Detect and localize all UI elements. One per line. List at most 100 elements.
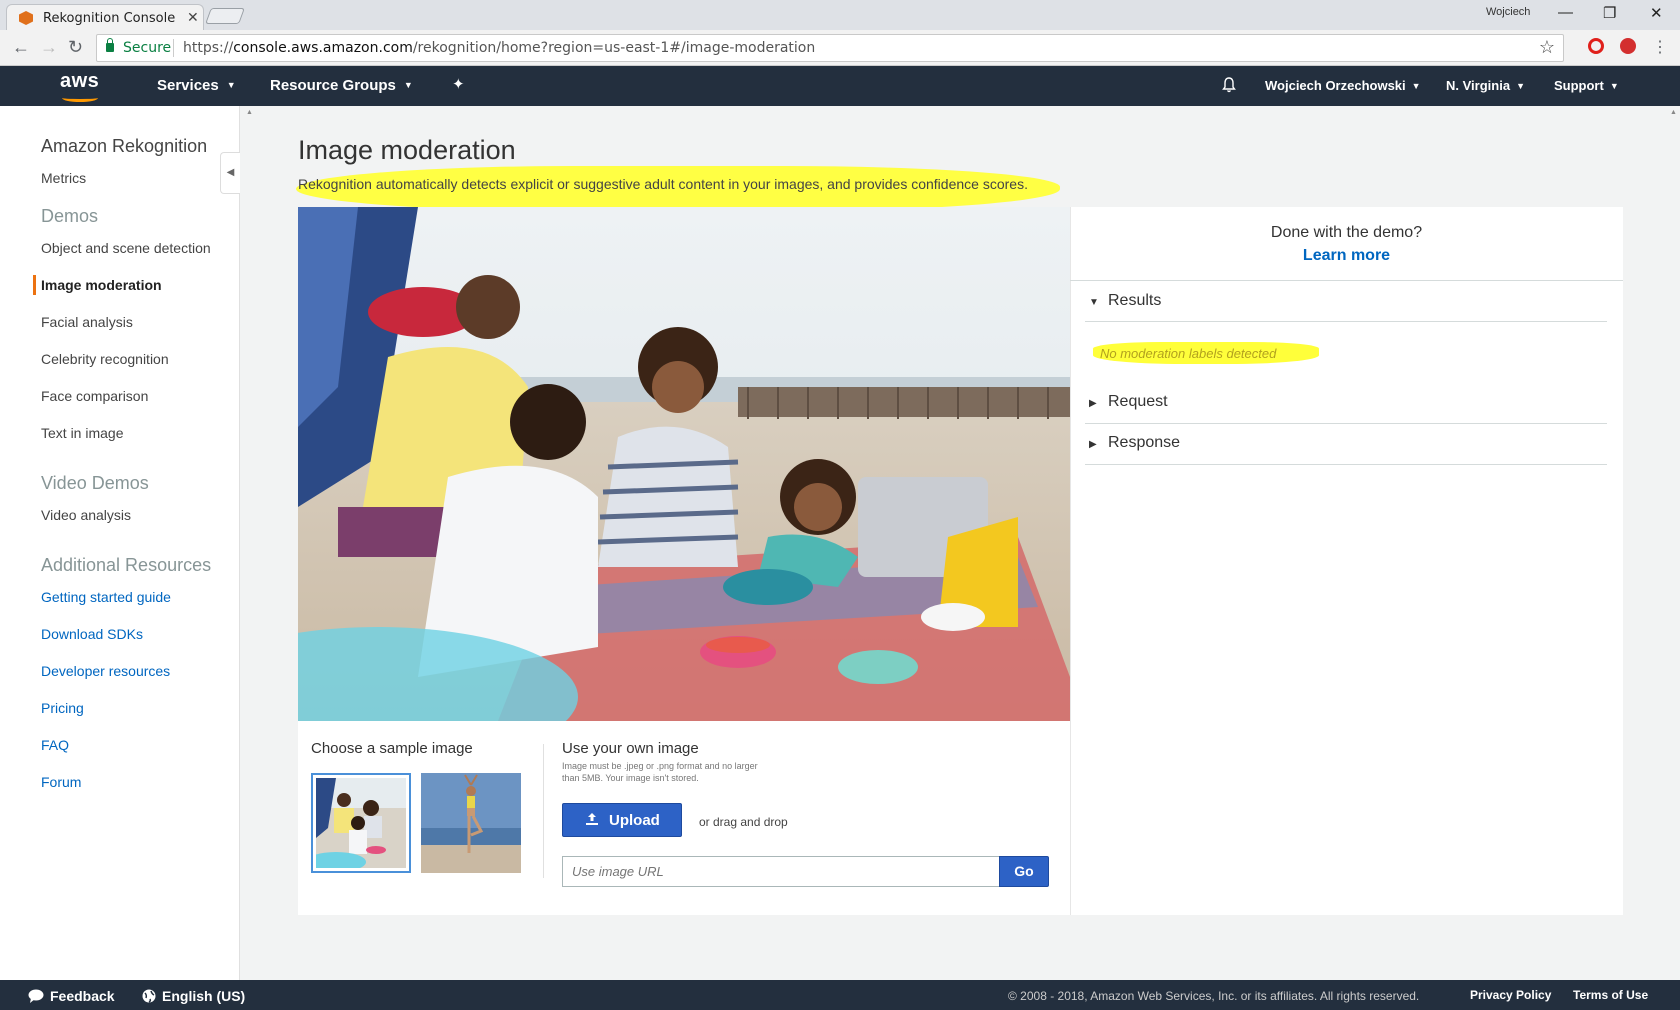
caret-right-icon[interactable]: ▶ xyxy=(1089,398,1097,409)
response-toggle[interactable]: Response xyxy=(1108,434,1180,452)
collapse-sidebar-button[interactable]: ◀ xyxy=(220,152,240,194)
results-toggle[interactable]: Results xyxy=(1108,292,1161,310)
sidebar-item-image-moderation[interactable]: Image moderation xyxy=(41,277,162,293)
divider xyxy=(1085,423,1607,424)
sidebar-item-developer-resources[interactable]: Developer resources xyxy=(41,663,170,679)
vertical-divider xyxy=(543,744,544,878)
sidebar-heading-video-demos: Video Demos xyxy=(41,473,149,493)
sidebar-item-forum[interactable]: Forum xyxy=(41,774,81,790)
browser-menu-icon[interactable]: ⋮ xyxy=(1652,37,1668,57)
caret-right-icon[interactable]: ▶ xyxy=(1089,439,1097,450)
chevron-left-icon: ◀ xyxy=(226,167,235,178)
upload-icon xyxy=(586,813,598,825)
chevron-down-icon: ▼ xyxy=(1516,81,1525,91)
sidebar-item-object-scene-detection[interactable]: Object and scene detection xyxy=(41,240,211,256)
new-tab-button[interactable] xyxy=(205,8,245,24)
sidebar: Amazon Rekognition Metrics Demos Object … xyxy=(0,106,240,980)
services-label: Services xyxy=(157,77,219,94)
divider xyxy=(1085,321,1607,322)
url-text[interactable]: https://console.aws.amazon.com/rekogniti… xyxy=(183,40,815,56)
go-button[interactable]: Go xyxy=(999,856,1049,887)
pin-icon[interactable]: ✦ xyxy=(452,75,465,93)
browser-tab-bar: Rekognition Console ✕ Wojciech — ❐ ✕ xyxy=(0,0,1680,30)
language-label: English (US) xyxy=(162,988,246,1004)
chevron-down-icon: ▼ xyxy=(226,80,236,90)
copyright-text: © 2008 - 2018, Amazon Web Services, Inc.… xyxy=(1008,989,1420,1003)
chevron-down-icon: ▼ xyxy=(403,80,413,90)
upload-label: Upload xyxy=(609,812,660,829)
resource-groups-menu[interactable]: Resource Groups ▼ xyxy=(270,77,413,94)
sidebar-item-celebrity-recognition[interactable]: Celebrity recognition xyxy=(41,351,169,367)
sidebar-item-text-in-image[interactable]: Text in image xyxy=(41,425,123,441)
url-path: /rekognition/home?region=us-east-1#/imag… xyxy=(412,40,816,56)
moderation-image xyxy=(298,207,1070,721)
address-bar-row: ← → ↻ Secure https://console.aws.amazon.… xyxy=(0,30,1680,66)
use-own-image-label: Use your own image xyxy=(562,740,699,757)
page-scroll-up-icon[interactable]: ▲ xyxy=(1670,109,1677,116)
forward-icon[interactable]: → xyxy=(40,37,58,58)
resource-groups-label: Resource Groups xyxy=(270,77,396,94)
drag-drop-text: or drag and drop xyxy=(699,815,788,829)
footer: Feedback English (US) © 2008 - 2018, Ama… xyxy=(0,980,1680,1010)
close-tab-icon[interactable]: ✕ xyxy=(187,9,199,26)
opera-extension-icon[interactable] xyxy=(1588,38,1604,54)
back-icon[interactable]: ← xyxy=(12,37,30,58)
rekognition-favicon-icon xyxy=(19,11,33,25)
url-bar[interactable]: Secure https://console.aws.amazon.com/re… xyxy=(96,34,1564,62)
done-with-demo-text: Done with the demo? xyxy=(1270,224,1423,241)
bookmark-star-icon[interactable]: ☆ xyxy=(1539,37,1555,58)
feedback-button[interactable]: Feedback xyxy=(28,988,115,1004)
learn-more-link[interactable]: Learn more xyxy=(1070,247,1623,265)
beach-picnic-photo-icon xyxy=(298,207,1070,721)
services-menu[interactable]: Services ▼ xyxy=(157,77,236,94)
privacy-policy-link[interactable]: Privacy Policy xyxy=(1470,988,1551,1002)
sidebar-title[interactable]: Amazon Rekognition xyxy=(41,136,207,157)
sidebar-item-pricing[interactable]: Pricing xyxy=(41,700,84,716)
close-window-icon[interactable]: ✕ xyxy=(1650,4,1663,22)
aws-logo[interactable]: aws xyxy=(60,70,99,93)
aws-smile-icon xyxy=(62,94,98,102)
bell-icon[interactable] xyxy=(1221,77,1237,93)
support-label: Support xyxy=(1554,78,1604,93)
image-url-input[interactable] xyxy=(562,856,1000,887)
sample-image-2[interactable] xyxy=(421,773,521,873)
sidebar-item-facial-analysis[interactable]: Facial analysis xyxy=(41,314,133,330)
account-menu[interactable]: Wojciech Orzechowski ▼ xyxy=(1265,78,1421,93)
choose-sample-label: Choose a sample image xyxy=(311,740,473,757)
sidebar-heading-additional-resources: Additional Resources xyxy=(41,555,212,575)
sidebar-item-video-analysis[interactable]: Video analysis xyxy=(41,507,131,523)
aws-top-nav: aws Services ▼ Resource Groups ▼ ✦ Wojciec… xyxy=(0,66,1680,106)
sidebar-item-face-comparison[interactable]: Face comparison xyxy=(41,388,148,404)
divider xyxy=(1085,464,1607,465)
region-menu[interactable]: N. Virginia ▼ xyxy=(1446,78,1525,93)
adblock-extension-icon[interactable] xyxy=(1620,38,1636,54)
scroll-up-icon[interactable]: ▲ xyxy=(246,109,253,116)
panel-divider xyxy=(1070,207,1071,915)
caret-down-icon[interactable]: ▼ xyxy=(1089,297,1099,308)
active-indicator xyxy=(33,275,36,295)
sidebar-item-download-sdks[interactable]: Download SDKs xyxy=(41,626,143,642)
feedback-label: Feedback xyxy=(50,988,115,1004)
terms-of-use-link[interactable]: Terms of Use xyxy=(1573,988,1648,1002)
support-menu[interactable]: Support ▼ xyxy=(1554,78,1619,93)
profile-name[interactable]: Wojciech xyxy=(1486,6,1530,18)
sidebar-item-faq[interactable]: FAQ xyxy=(41,737,69,753)
request-toggle[interactable]: Request xyxy=(1108,393,1168,411)
upload-button[interactable]: Upload xyxy=(562,803,682,837)
url-prefix: https:// xyxy=(183,40,234,56)
sidebar-item-metrics[interactable]: Metrics xyxy=(41,170,86,186)
url-separator xyxy=(173,39,174,57)
sample-image-1[interactable] xyxy=(311,773,411,873)
language-selector[interactable]: English (US) xyxy=(142,988,245,1004)
restore-icon[interactable]: ❐ xyxy=(1603,4,1616,22)
browser-tab[interactable]: Rekognition Console ✕ xyxy=(6,4,204,30)
yoga-beach-thumbnail-icon xyxy=(421,773,521,873)
sidebar-heading-demos: Demos xyxy=(41,206,99,226)
minimize-icon[interactable]: — xyxy=(1558,4,1573,21)
sidebar-item-getting-started[interactable]: Getting started guide xyxy=(41,589,171,605)
beach-family-thumbnail-icon xyxy=(316,778,406,868)
reload-icon[interactable]: ↻ xyxy=(68,37,83,58)
secure-label: Secure xyxy=(123,40,172,56)
globe-icon xyxy=(142,989,156,1003)
region-label: N. Virginia xyxy=(1446,78,1511,93)
